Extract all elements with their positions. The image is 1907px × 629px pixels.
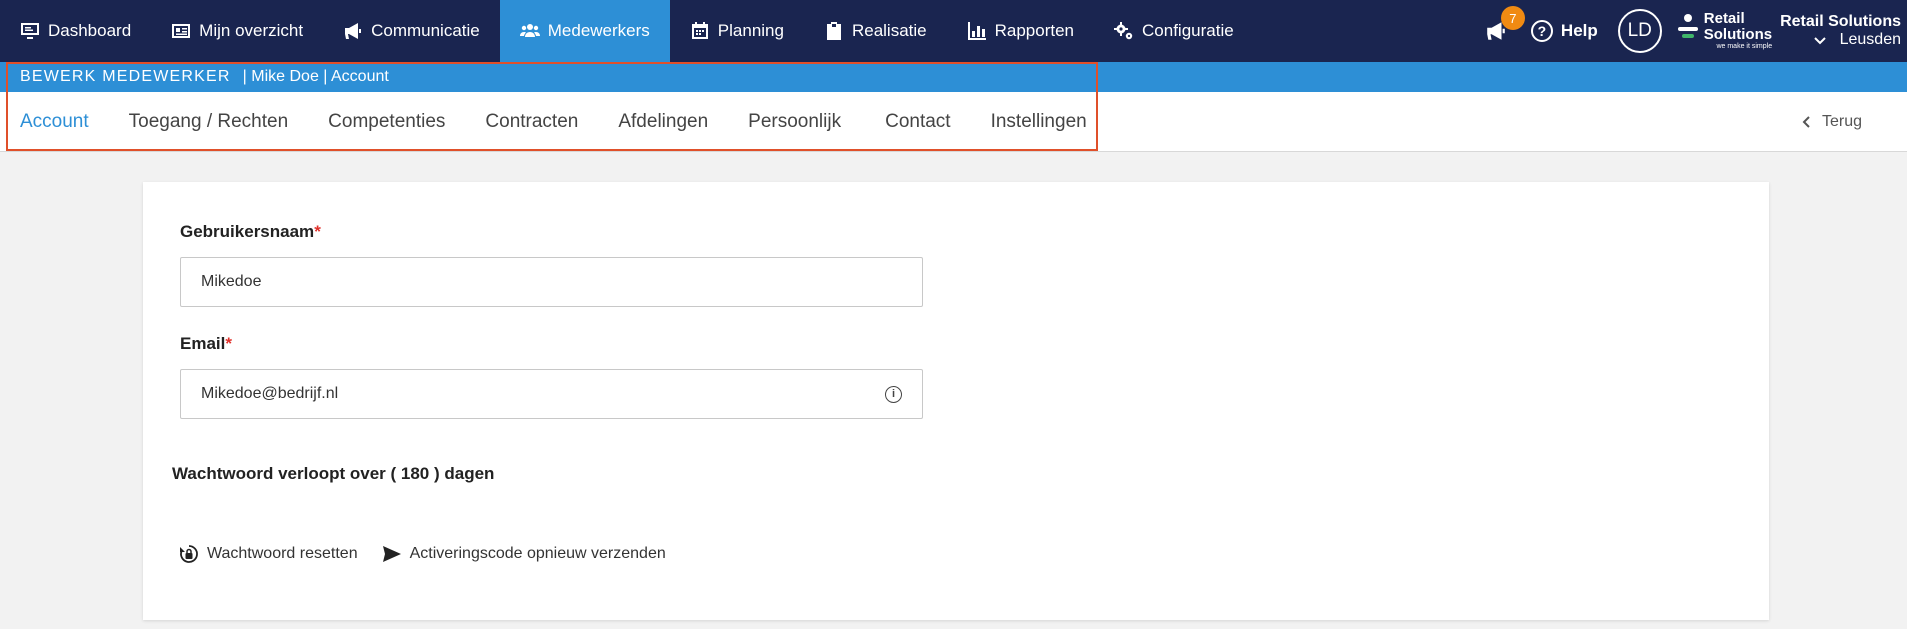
logo-mark-icon bbox=[1677, 14, 1698, 48]
nav-communicatie-label: Communicatie bbox=[371, 21, 480, 40]
nav-right-section: 7 ? Help LD Retail Solutions we make it … bbox=[1481, 0, 1907, 62]
nav-communicatie[interactable]: Communicatie bbox=[323, 0, 500, 62]
location-name: Leusden bbox=[1839, 31, 1901, 48]
nav-dashboard[interactable]: Dashboard bbox=[0, 0, 151, 62]
required-mark: * bbox=[314, 222, 321, 241]
account-actions: Wachtwoord resetten Activeringscode opni… bbox=[179, 544, 666, 564]
username-value: Mikedoe bbox=[201, 273, 262, 290]
bar-chart-icon bbox=[967, 22, 986, 40]
tab-toegang-rechten[interactable]: Toegang / Rechten bbox=[109, 111, 309, 133]
nav-planning-label: Planning bbox=[717, 21, 784, 40]
breadcrumb-path: | Mike Doe | Account bbox=[242, 68, 389, 85]
clipboard-icon bbox=[826, 22, 841, 40]
avatar[interactable]: LD bbox=[1617, 9, 1662, 53]
calendar-icon bbox=[691, 22, 708, 39]
company-logo: Retail Solutions we make it simple bbox=[1677, 10, 1773, 51]
logo-line1: Retail bbox=[1703, 10, 1745, 27]
employee-tabs: Account Toegang / Rechten Competenties C… bbox=[0, 92, 1907, 152]
email-label: Email* bbox=[180, 334, 232, 353]
reset-password-label: Wachtwoord resetten bbox=[207, 545, 358, 562]
nav-rapporten-label: Rapporten bbox=[994, 21, 1075, 40]
question-circle-icon: ? bbox=[1530, 20, 1553, 42]
gears-icon bbox=[1114, 22, 1133, 40]
info-icon[interactable]: i bbox=[885, 385, 902, 403]
nav-configuratie[interactable]: Configuratie bbox=[1094, 0, 1254, 62]
nav-dashboard-label: Dashboard bbox=[48, 21, 132, 40]
nav-mijn-overzicht[interactable]: Mijn overzicht bbox=[151, 0, 323, 62]
tab-persoonlijk[interactable]: Persoonlijk bbox=[728, 111, 865, 133]
nav-planning[interactable]: Planning bbox=[670, 0, 804, 62]
help-label: Help bbox=[1560, 21, 1598, 40]
breadcrumb: BEWERK MEDEWERKER | Mike Doe | Account bbox=[0, 62, 1907, 92]
monitor-icon bbox=[21, 23, 39, 39]
tab-contracten[interactable]: Contracten bbox=[465, 111, 598, 133]
send-icon bbox=[382, 546, 401, 562]
section-title: BEWERK MEDEWERKER bbox=[20, 68, 231, 85]
logo-tagline: we make it simple bbox=[1716, 43, 1773, 50]
nav-medewerkers[interactable]: Medewerkers bbox=[499, 0, 670, 62]
logo-line2: Solutions bbox=[1703, 26, 1773, 43]
email-value: Mikedoe@bedrijf.nl bbox=[201, 385, 339, 402]
resend-activation-label: Activeringscode opnieuw verzenden bbox=[409, 545, 666, 562]
chevron-down-icon bbox=[1813, 37, 1826, 45]
id-card-icon bbox=[172, 24, 191, 38]
chevron-left-icon bbox=[1802, 116, 1810, 128]
username-label: Gebruikersnaam* bbox=[180, 222, 321, 241]
organization-selector[interactable]: Retail Solutions Leusden bbox=[1780, 13, 1907, 49]
nav-rapporten[interactable]: Rapporten bbox=[947, 0, 1094, 62]
tab-contact[interactable]: Contact bbox=[865, 111, 970, 133]
resend-activation-button[interactable]: Activeringscode opnieuw verzenden bbox=[382, 544, 666, 564]
users-icon bbox=[519, 24, 540, 37]
megaphone-icon bbox=[345, 23, 362, 39]
account-form-card: Gebruikersnaam* Mikedoe Email* Mikedoe@b… bbox=[143, 182, 1769, 620]
tab-competenties[interactable]: Competenties bbox=[308, 111, 465, 133]
lock-reset-icon bbox=[180, 545, 198, 563]
required-mark: * bbox=[225, 334, 232, 353]
back-button[interactable]: Terug bbox=[1802, 92, 1862, 152]
tab-account[interactable]: Account bbox=[0, 111, 109, 133]
tab-instellingen[interactable]: Instellingen bbox=[971, 111, 1107, 133]
organization-name: Retail Solutions bbox=[1780, 13, 1901, 30]
nav-realisatie-label: Realisatie bbox=[851, 21, 927, 40]
nav-mijn-overzicht-label: Mijn overzicht bbox=[199, 21, 304, 40]
email-field[interactable]: Mikedoe@bedrijf.nl i bbox=[180, 369, 923, 419]
top-navigation: Dashboard Mijn overzicht Communicatie Me… bbox=[0, 0, 1907, 62]
nav-configuratie-label: Configuratie bbox=[1142, 21, 1234, 40]
back-label: Terug bbox=[1821, 113, 1862, 130]
announcements-button[interactable]: 7 bbox=[1481, 6, 1525, 46]
reset-password-button[interactable]: Wachtwoord resetten bbox=[179, 544, 358, 564]
nav-realisatie[interactable]: Realisatie bbox=[804, 0, 947, 62]
help-button[interactable]: ? Help bbox=[1530, 20, 1598, 42]
username-field[interactable]: Mikedoe bbox=[180, 257, 923, 307]
notification-badge: 7 bbox=[1500, 6, 1525, 30]
tab-afdelingen[interactable]: Afdelingen bbox=[598, 111, 728, 133]
password-expiry-text: Wachtwoord verloopt over ( 180 ) dagen bbox=[172, 464, 495, 483]
main-menu: Dashboard Mijn overzicht Communicatie Me… bbox=[0, 0, 1254, 62]
nav-medewerkers-label: Medewerkers bbox=[547, 21, 650, 40]
